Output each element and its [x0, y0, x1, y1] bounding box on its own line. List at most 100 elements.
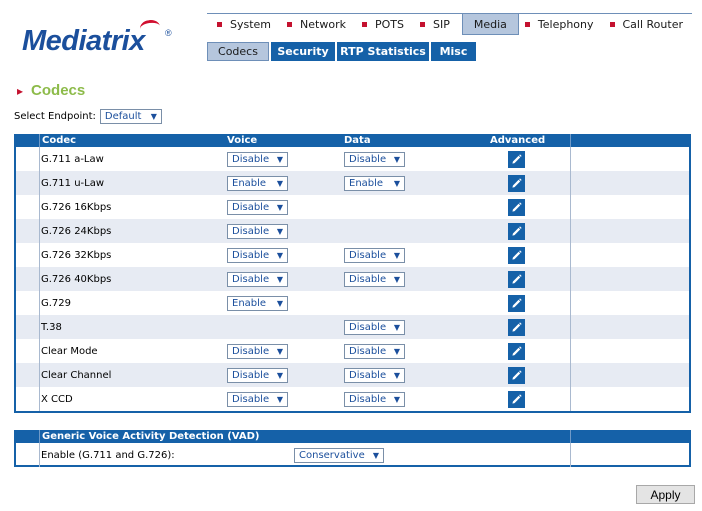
voice-select[interactable]: Disable ▼	[227, 199, 288, 215]
data-select[interactable]: Disable ▼	[344, 343, 405, 359]
codecs-table: Codec Voice Data Advanced G.711 a-Law Dis…	[14, 134, 691, 413]
codec-name: Clear Channel	[41, 369, 112, 381]
tab-misc[interactable]: Misc	[431, 42, 476, 61]
voice-select[interactable]: Disable ▼	[227, 343, 288, 359]
voice-select-value: Disable	[232, 393, 270, 405]
header-voice: Voice	[227, 135, 258, 146]
table-row: T.38 Disable ▼	[16, 315, 689, 339]
data-select[interactable]: Disable ▼	[344, 391, 405, 407]
vad-title: Generic Voice Activity Detection (VAD)	[42, 431, 260, 442]
nav-system[interactable]: System	[207, 14, 277, 35]
voice-select[interactable]: Disable ▼	[227, 391, 288, 407]
edit-advanced-button[interactable]	[508, 150, 525, 168]
chevron-down-icon: ▼	[276, 250, 283, 260]
voice-select[interactable]: Enable ▼	[227, 295, 288, 311]
tab-codecs[interactable]: Codecs	[207, 42, 269, 61]
data-select[interactable]: Disable ▼	[344, 367, 405, 383]
data-select[interactable]: Enable ▼	[344, 175, 405, 191]
vad-select-value: Conservative	[299, 449, 365, 461]
data-select-value: Disable	[349, 369, 387, 381]
codec-name: T.38	[41, 321, 62, 333]
data-select[interactable]: Disable ▼	[344, 151, 405, 167]
endpoint-selector-row: Select Endpoint: Default ▼	[14, 109, 162, 124]
codecs-table-body: G.711 a-Law Disable ▼ Disable ▼ G.711 u-Law En…	[16, 147, 689, 411]
nav-network[interactable]: Network	[277, 14, 352, 35]
edit-advanced-button[interactable]	[508, 222, 525, 240]
edit-advanced-button[interactable]	[508, 174, 525, 192]
edit-advanced-button[interactable]	[508, 366, 525, 384]
data-select-value: Disable	[349, 345, 387, 357]
pencil-icon	[510, 393, 523, 406]
data-select[interactable]: Disable ▼	[344, 271, 405, 287]
voice-select-value: Disable	[232, 153, 270, 165]
table-row: G.726 24Kbps Disable ▼	[16, 219, 689, 243]
voice-select[interactable]: Enable ▼	[227, 175, 288, 191]
vad-table-header: Generic Voice Activity Detection (VAD)	[16, 430, 689, 443]
chevron-down-icon: ▼	[276, 274, 283, 284]
chevron-down-icon: ▼	[393, 346, 400, 356]
edit-advanced-button[interactable]	[508, 390, 525, 408]
voice-select-value: Disable	[232, 249, 270, 261]
edit-advanced-button[interactable]	[508, 342, 525, 360]
table-row: G.726 32Kbps Disable ▼ Disable ▼	[16, 243, 689, 267]
tab-security[interactable]: Security	[271, 42, 335, 61]
table-row: Clear Mode Disable ▼ Disable ▼	[16, 339, 689, 363]
chevron-right-icon: ▸	[17, 83, 24, 98]
data-select[interactable]: Disable ▼	[344, 319, 405, 335]
apply-button[interactable]: Apply	[636, 485, 695, 504]
table-row: X CCD Disable ▼ Disable ▼	[16, 387, 689, 411]
page-title: ▸ Codecs	[17, 82, 85, 99]
logo-swoosh	[139, 18, 161, 37]
table-row: G.711 a-Law Disable ▼ Disable ▼	[16, 147, 689, 171]
nav-telephony[interactable]: Telephony	[519, 14, 600, 35]
voice-select[interactable]: Disable ▼	[227, 247, 288, 263]
codec-name: G.726 16Kbps	[41, 201, 112, 213]
bullet-icon	[524, 22, 530, 27]
edit-advanced-button[interactable]	[508, 318, 525, 336]
data-select-value: Disable	[349, 153, 387, 165]
voice-select-value: Disable	[232, 201, 270, 213]
pencil-icon	[510, 321, 523, 334]
pencil-icon	[510, 345, 523, 358]
chevron-down-icon: ▼	[276, 346, 283, 356]
vad-select[interactable]: Conservative ▼	[294, 447, 384, 463]
voice-select[interactable]: Disable ▼	[227, 223, 288, 239]
tab-rtp-statistics[interactable]: RTP Statistics	[337, 42, 429, 61]
endpoint-select[interactable]: Default ▼	[99, 109, 162, 124]
voice-select[interactable]: Disable ▼	[227, 367, 288, 383]
chevron-down-icon: ▼	[393, 370, 400, 380]
codec-name: G.711 a-Law	[41, 153, 104, 165]
bullet-icon	[287, 22, 293, 27]
codec-name: G.726 40Kbps	[41, 273, 112, 285]
edit-advanced-button[interactable]	[508, 270, 525, 288]
edit-advanced-button[interactable]	[508, 246, 525, 264]
header-advanced: Advanced	[490, 135, 546, 146]
page-title-text: Codecs	[31, 82, 86, 99]
chevron-down-icon: ▼	[276, 178, 283, 188]
chevron-down-icon: ▼	[276, 226, 283, 236]
nav-media[interactable]: Media	[461, 14, 519, 35]
logo-text: Mediatrix	[22, 25, 145, 57]
bullet-icon	[419, 22, 425, 27]
header-data: Data	[344, 135, 371, 146]
endpoint-label: Select Endpoint:	[14, 111, 96, 122]
voice-select[interactable]: Disable ▼	[227, 151, 288, 167]
edit-advanced-button[interactable]	[508, 198, 525, 216]
codec-name: X CCD	[41, 393, 73, 405]
pencil-icon	[510, 369, 523, 382]
data-select[interactable]: Disable ▼	[344, 247, 405, 263]
voice-select-value: Disable	[232, 273, 270, 285]
voice-select-value: Disable	[232, 225, 270, 237]
codec-name: G.726 24Kbps	[41, 225, 112, 237]
pencil-icon	[510, 177, 523, 190]
nav-pots[interactable]: POTS	[352, 14, 410, 35]
nav-call-router[interactable]: Call Router	[600, 14, 689, 35]
chevron-down-icon: ▼	[393, 250, 400, 260]
edit-advanced-button[interactable]	[508, 294, 525, 312]
chevron-down-icon: ▼	[276, 202, 283, 212]
nav-sip[interactable]: SIP	[410, 14, 456, 35]
table-row: G.711 u-Law Enable ▼ Enable ▼	[16, 171, 689, 195]
voice-select[interactable]: Disable ▼	[227, 271, 288, 287]
data-select-value: Disable	[349, 393, 387, 405]
table-row: G.726 40Kbps Disable ▼ Disable ▼	[16, 267, 689, 291]
